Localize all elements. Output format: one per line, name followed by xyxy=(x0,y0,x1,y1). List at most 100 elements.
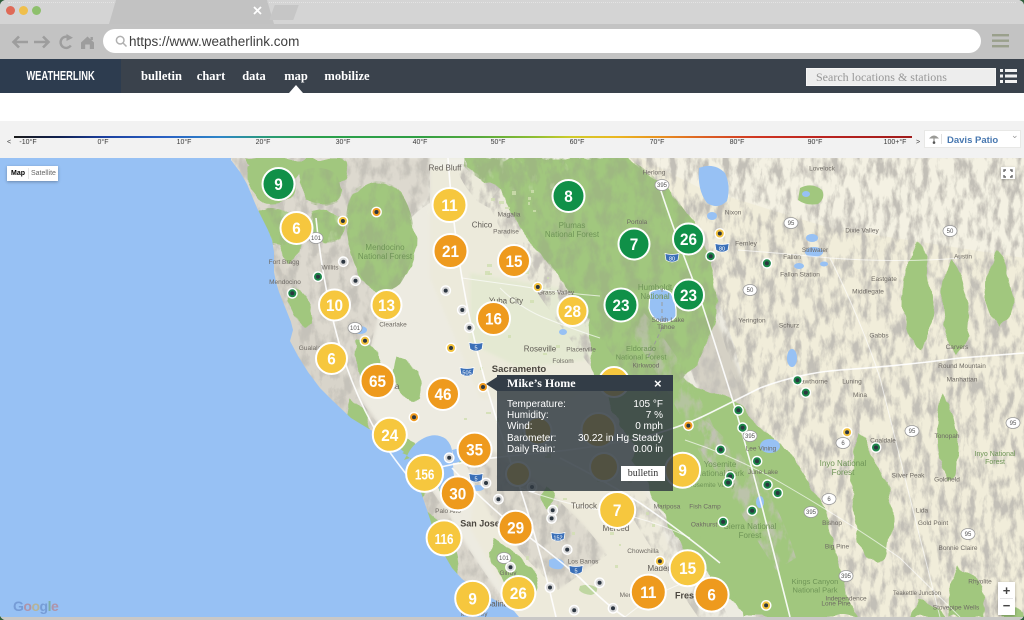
svg-text:26: 26 xyxy=(680,230,697,249)
svg-text:South Lake: South Lake xyxy=(652,317,685,324)
svg-text:Los Banos: Los Banos xyxy=(568,559,599,566)
svg-text:23: 23 xyxy=(612,296,629,315)
svg-text:Austin: Austin xyxy=(954,254,972,261)
svg-text:13: 13 xyxy=(378,296,395,315)
svg-text:Teakettle Junction: Teakettle Junction xyxy=(893,591,941,597)
svg-text:7: 7 xyxy=(613,501,622,520)
svg-text:Middlegate: Middlegate xyxy=(852,289,884,296)
svg-text:Inyo National: Inyo National xyxy=(820,459,867,468)
svg-text:Magalia: Magalia xyxy=(498,212,521,219)
svg-text:Fallon: Fallon xyxy=(783,254,801,261)
svg-text:Nixon: Nixon xyxy=(725,210,742,217)
svg-text:Paradise: Paradise xyxy=(493,229,519,236)
svg-text:95: 95 xyxy=(788,221,795,227)
svg-text:Chico: Chico xyxy=(472,221,493,230)
svg-text:9: 9 xyxy=(678,461,687,480)
svg-text:National Park: National Park xyxy=(696,469,745,478)
svg-text:101: 101 xyxy=(499,556,510,562)
svg-text:95: 95 xyxy=(965,532,972,538)
svg-text:6: 6 xyxy=(707,586,716,605)
svg-text:Clearlake: Clearlake xyxy=(379,322,407,329)
svg-text:Kirkwood: Kirkwood xyxy=(633,363,660,370)
svg-text:Humboldt: Humboldt xyxy=(638,283,673,292)
svg-text:June Lake: June Lake xyxy=(748,469,778,476)
svg-text:Mendocino: Mendocino xyxy=(269,279,301,286)
svg-text:Tahoe: Tahoe xyxy=(657,324,675,331)
svg-text:Eastgate: Eastgate xyxy=(871,276,897,283)
svg-text:Sacramento: Sacramento xyxy=(492,364,547,375)
svg-text:15: 15 xyxy=(679,559,696,578)
svg-text:95: 95 xyxy=(909,429,916,435)
svg-text:Forest: Forest xyxy=(739,531,762,540)
svg-text:Stillwater: Stillwater xyxy=(802,247,829,254)
svg-text:Sierra National: Sierra National xyxy=(724,522,777,531)
svg-text:National Forest: National Forest xyxy=(358,252,413,261)
svg-text:15: 15 xyxy=(505,252,522,271)
svg-text:Mina: Mina xyxy=(853,392,867,399)
svg-text:Lida: Lida xyxy=(916,508,929,515)
svg-text:Forest: Forest xyxy=(985,459,1005,466)
svg-text:Silver Peak: Silver Peak xyxy=(892,473,926,480)
svg-text:152: 152 xyxy=(553,535,562,541)
svg-text:Bonnie Claire: Bonnie Claire xyxy=(938,545,977,552)
svg-text:Bishop: Bishop xyxy=(822,520,842,527)
svg-text:24: 24 xyxy=(381,426,398,445)
svg-text:7: 7 xyxy=(630,235,639,254)
svg-text:Dixie Valley: Dixie Valley xyxy=(845,228,879,235)
svg-text:9: 9 xyxy=(274,175,283,194)
svg-text:Placerville: Placerville xyxy=(566,347,596,354)
svg-text:35: 35 xyxy=(466,441,483,460)
svg-text:Manhattan: Manhattan xyxy=(947,377,978,384)
svg-text:50: 50 xyxy=(747,288,754,294)
svg-text:11: 11 xyxy=(640,583,656,602)
svg-text:Gabbs: Gabbs xyxy=(869,333,889,340)
svg-text:395: 395 xyxy=(841,574,852,580)
svg-text:Fernley: Fernley xyxy=(735,241,757,248)
svg-text:156: 156 xyxy=(415,466,435,483)
svg-text:9: 9 xyxy=(468,590,477,609)
svg-text:50: 50 xyxy=(947,229,954,235)
svg-text:Carvers: Carvers xyxy=(946,344,970,351)
svg-text:95: 95 xyxy=(1010,421,1017,427)
svg-text:Stovepipe Wells: Stovepipe Wells xyxy=(933,605,980,612)
svg-text:Willits: Willits xyxy=(322,265,340,272)
svg-text:Red Bluff: Red Bluff xyxy=(429,164,463,173)
svg-text:Inyo National: Inyo National xyxy=(975,451,1016,458)
svg-text:30: 30 xyxy=(449,485,466,504)
svg-text:395: 395 xyxy=(745,434,756,440)
svg-text:Schurz: Schurz xyxy=(779,323,799,330)
svg-text:101: 101 xyxy=(311,236,322,242)
svg-text:Lovelock: Lovelock xyxy=(809,166,835,173)
svg-text:Mariposa: Mariposa xyxy=(654,504,681,511)
svg-text:5: 5 xyxy=(474,345,477,351)
svg-text:Roseville: Roseville xyxy=(524,345,557,354)
svg-text:Lee Vining: Lee Vining xyxy=(746,446,777,453)
svg-text:101: 101 xyxy=(350,326,361,332)
svg-text:21: 21 xyxy=(442,242,459,261)
svg-text:46: 46 xyxy=(434,385,451,404)
svg-text:Goldfield: Goldfield xyxy=(934,477,960,484)
svg-text:116: 116 xyxy=(435,531,454,548)
svg-text:San Jose: San Jose xyxy=(460,519,500,529)
svg-text:National Forest: National Forest xyxy=(616,353,668,362)
svg-text:Oakhurst: Oakhurst xyxy=(691,522,718,529)
svg-text:16: 16 xyxy=(485,310,502,329)
svg-text:Plumas: Plumas xyxy=(559,221,586,230)
svg-text:Yosemite: Yosemite xyxy=(704,460,737,469)
svg-text:Herlong: Herlong xyxy=(643,170,666,177)
svg-text:Luning: Luning xyxy=(842,379,862,386)
svg-text:Big Pine: Big Pine xyxy=(825,544,850,551)
svg-text:Mendocino: Mendocino xyxy=(365,243,405,252)
svg-text:28: 28 xyxy=(564,302,581,321)
svg-text:395: 395 xyxy=(657,183,668,189)
svg-text:80: 80 xyxy=(669,256,675,262)
svg-text:Tonopah: Tonopah xyxy=(935,433,960,440)
svg-text:National: National xyxy=(640,292,670,301)
svg-text:10: 10 xyxy=(326,296,343,315)
svg-text:Lone Pine: Lone Pine xyxy=(821,601,851,608)
svg-text:23: 23 xyxy=(680,286,697,305)
svg-text:National Forest: National Forest xyxy=(545,230,600,239)
svg-text:Round Mountain: Round Mountain xyxy=(938,363,986,370)
svg-text:Folsom: Folsom xyxy=(552,358,573,365)
svg-text:Portola: Portola xyxy=(627,219,648,226)
